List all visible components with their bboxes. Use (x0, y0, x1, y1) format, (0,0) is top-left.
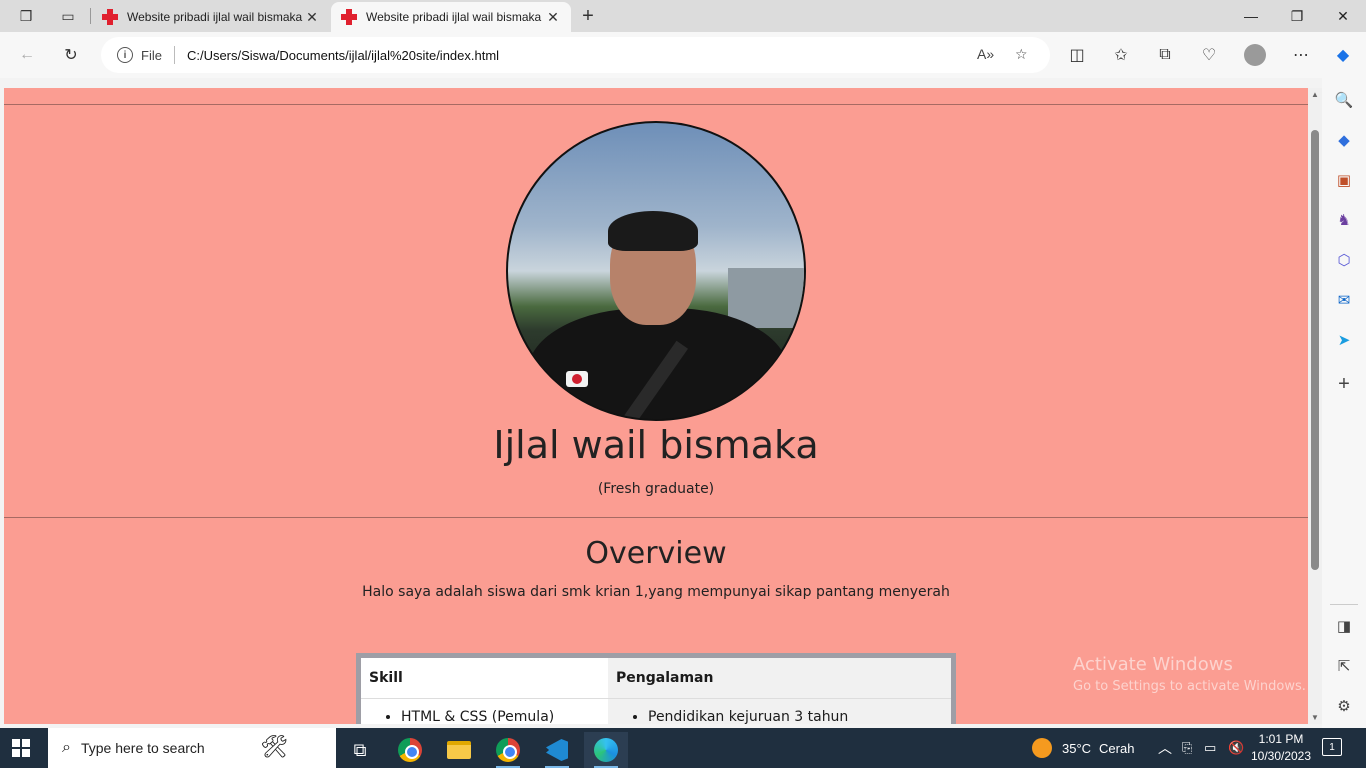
new-tab-button[interactable]: + (576, 3, 600, 29)
copilot-icon[interactable]: ◆ (1330, 42, 1356, 68)
split-screen-icon[interactable]: ◫ (1064, 42, 1090, 68)
file-explorer-icon[interactable] (437, 732, 481, 768)
profile-avatar-icon[interactable] (1242, 42, 1268, 68)
profile-photo (506, 121, 806, 421)
close-window-button[interactable]: ✕ (1320, 0, 1366, 32)
search-placeholder: Type here to search (80, 740, 205, 756)
info-icon[interactable]: i (117, 47, 133, 63)
clock-time: 1:01 PM (1258, 732, 1304, 746)
task-view-icon[interactable]: ⧉ (338, 732, 382, 768)
show-hidden-icons-chevron-icon[interactable]: ︿ (1158, 728, 1172, 768)
weather-condition: Cerah (1099, 740, 1135, 756)
meet-now-icon[interactable]: ⎘ (1182, 728, 1192, 768)
windows-taskbar: ⌕ Type here to search 🛠 ⧉ 35°C Cerah ︿ ⎘… (0, 728, 1366, 768)
tab-title: Website pribadi ijlal wail bismaka (366, 10, 542, 24)
chrome-running-icon[interactable] (486, 732, 530, 768)
weather-widget[interactable]: 35°C Cerah (1032, 728, 1134, 768)
tools-briefcase-icon[interactable]: ▣ (1332, 168, 1356, 192)
section-divider (4, 517, 1308, 518)
close-tab-icon[interactable]: ✕ (545, 9, 561, 26)
weather-temperature: 35°C (1062, 740, 1092, 756)
favorites-icon[interactable]: ✩ (1108, 42, 1134, 68)
collections-icon[interactable]: ⧉ (1152, 42, 1178, 68)
search-icon: ⌕ (62, 739, 71, 756)
red-cross-favicon-icon (102, 9, 118, 25)
browser-tab-2[interactable]: Website pribadi ijlal wail bismaka ✕ (331, 2, 571, 32)
browser-essentials-icon[interactable]: ♡ (1196, 42, 1222, 68)
vertical-scrollbar[interactable]: ▲ ▼ (1308, 88, 1322, 724)
address-divider (173, 46, 175, 64)
vscode-icon[interactable] (535, 732, 579, 768)
browser-tab-1[interactable]: Website pribadi ijlal wail bismaka ✕ (92, 2, 330, 32)
url-text[interactable]: C:/Users/Siswa/Documents/ijlal/ijlal%20s… (187, 48, 499, 63)
back-arrow-icon[interactable]: ← (14, 42, 40, 68)
watermark-subtitle: Go to Settings to activate Windows. (1073, 679, 1306, 694)
microsoft-365-icon[interactable]: ⬡ (1332, 248, 1356, 272)
clock-date: 10/30/2023 (1250, 749, 1312, 763)
scroll-up-icon[interactable]: ▲ (1311, 90, 1319, 99)
minimize-button[interactable]: — (1228, 0, 1274, 32)
system-clock[interactable]: 1:01 PM 10/30/2023 (1246, 731, 1316, 765)
search-icon[interactable]: 🔍 (1332, 88, 1356, 112)
sidebar-settings-gear-icon[interactable]: ⚙ (1332, 694, 1356, 718)
favorite-star-icon[interactable]: ☆ (1015, 46, 1028, 63)
workspaces-icon[interactable]: ❒ (12, 4, 40, 28)
windows-start-icon[interactable] (12, 739, 30, 757)
top-divider (4, 104, 1308, 105)
watermark-title: Activate Windows (1073, 654, 1233, 675)
add-sidebar-app-icon[interactable]: + (1332, 372, 1356, 396)
red-cross-favicon-icon (341, 9, 357, 25)
page-viewport: Ijlal wail bismaka (Fresh graduate) Over… (4, 88, 1308, 724)
skill-item: HTML & CSS (Pemula) (401, 709, 600, 724)
table-row: HTML & CSS (Pemula) Pendidikan kejuruan … (361, 698, 951, 724)
tab-actions-icon[interactable]: ▭ (54, 4, 82, 28)
table-header-pengalaman: Pengalaman (608, 658, 951, 699)
drop-send-icon[interactable]: ➤ (1332, 328, 1356, 352)
tools-promo-icon[interactable]: 🛠 (260, 734, 288, 760)
chrome-taskbar-icon[interactable] (388, 732, 432, 768)
profile-name: Ijlal wail bismaka (493, 423, 819, 467)
activate-windows-watermark: Activate Windows Go to Settings to activ… (1073, 654, 1306, 694)
skills-table: Skill Pengalaman HTML & CSS (Pemula) Pen… (356, 653, 956, 724)
open-external-icon[interactable]: ⇱ (1332, 654, 1356, 678)
restore-button[interactable]: ❐ (1274, 0, 1320, 32)
hide-sidebar-icon[interactable]: ◨ (1332, 614, 1356, 638)
scrollbar-thumb[interactable] (1311, 130, 1319, 570)
taskbar-search-box[interactable]: ⌕ Type here to search 🛠 (48, 728, 336, 768)
edge-browser-icon[interactable] (584, 732, 628, 768)
profile-subtitle: (Fresh graduate) (597, 481, 715, 497)
sidebar-divider (1330, 604, 1358, 605)
read-aloud-icon[interactable]: A» (977, 46, 994, 62)
browser-toolbar: ← ↻ i File C:/Users/Siswa/Documents/ijla… (0, 32, 1366, 78)
overview-text: Halo saya adalah siswa dari smk krian 1,… (362, 584, 950, 600)
edge-sidebar: 🔍 ◆ ▣ ♞ ⬡ ✉ ➤ + ◨ ⇱ ⚙ (1322, 78, 1366, 728)
shopping-tag-icon[interactable]: ◆ (1332, 128, 1356, 152)
close-tab-icon[interactable]: ✕ (304, 9, 320, 26)
photo-person-hair (608, 211, 698, 251)
tab-separator (90, 8, 91, 24)
more-menu-icon[interactable]: ⋯ (1288, 42, 1314, 68)
experience-item: Pendidikan kejuruan 3 tahun (648, 709, 943, 724)
network-icon[interactable]: ▭ (1204, 728, 1216, 768)
photo-badge (566, 371, 588, 387)
sun-weather-icon (1032, 738, 1052, 758)
notification-count: 1 (1329, 741, 1335, 753)
outlook-icon[interactable]: ✉ (1332, 288, 1356, 312)
scroll-down-icon[interactable]: ▼ (1311, 713, 1319, 722)
scheme-label: File (141, 47, 162, 63)
tab-strip: ❒ ▭ Website pribadi ijlal wail bismaka ✕… (0, 0, 1366, 32)
volume-muted-icon[interactable]: 🔇 (1228, 728, 1244, 768)
games-icon[interactable]: ♞ (1332, 208, 1356, 232)
overview-heading: Overview (585, 536, 727, 571)
refresh-icon[interactable]: ↻ (58, 42, 84, 68)
table-header-skill: Skill (361, 658, 608, 699)
address-bar[interactable]: i File C:/Users/Siswa/Documents/ijlal/ij… (101, 37, 1050, 73)
notification-center-icon[interactable]: 1 (1322, 738, 1342, 756)
tab-title: Website pribadi ijlal wail bismaka (127, 10, 303, 24)
